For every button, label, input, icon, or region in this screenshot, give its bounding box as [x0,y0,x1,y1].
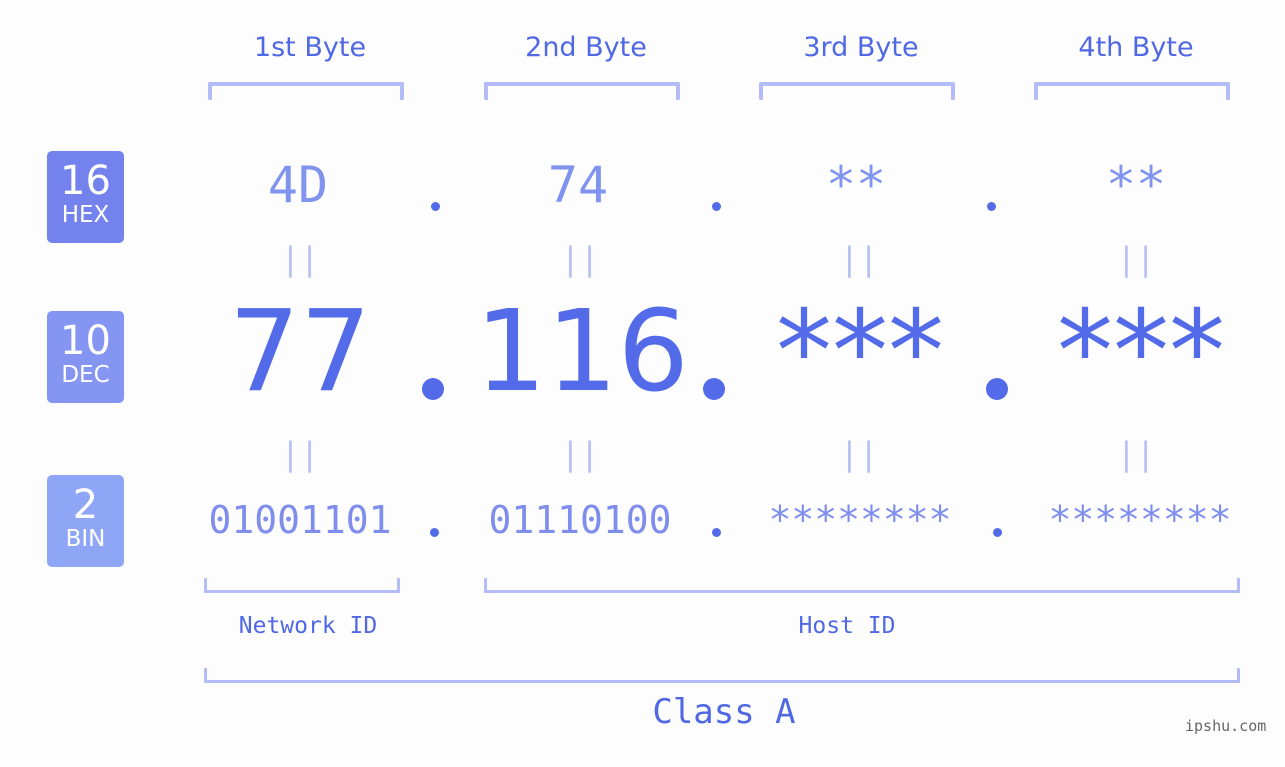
dec-badge: 10 DEC [47,311,124,403]
hex-badge-number: 16 [60,158,111,204]
dec-badge-number: 10 [60,318,111,364]
byte-bracket-1 [208,82,404,100]
byte-bracket-2 [484,82,680,100]
byte-header-1: 1st Byte [253,32,367,63]
network-id-label: Network ID [238,613,378,639]
equals-sign: || [280,435,320,473]
dec-byte-2: 116 [475,287,689,417]
bin-byte-1: 01001101 [208,498,392,542]
equals-sign: || [560,435,600,473]
hex-badge-label: HEX [61,202,110,228]
hex-byte-3: ** [825,156,887,214]
bin-byte-2: 01110100 [488,498,672,542]
bin-byte-4: ******** [1048,498,1232,542]
dec-separator-dot [422,378,444,400]
bin-separator-dot [993,528,1002,537]
dec-separator-dot [703,378,725,400]
bin-badge-label: BIN [65,526,106,552]
class-bracket [204,668,1240,683]
byte-header-2: 2nd Byte [525,32,647,63]
equals-sign: || [560,240,600,278]
bin-badge: 2 BIN [47,475,124,567]
dec-byte-4: *** [1057,287,1225,417]
bin-separator-dot [712,528,721,537]
byte-bracket-3 [759,82,955,100]
hex-badge: 16 HEX [47,151,124,243]
hex-separator-dot [987,202,996,211]
host-id-label: Host ID [798,613,896,639]
byte-header-4: 4th Byte [1078,32,1194,63]
hex-byte-2: 74 [547,156,609,214]
hex-separator-dot [431,202,440,211]
bin-separator-dot [430,528,439,537]
dec-byte-1: 77 [228,287,372,417]
bin-byte-3: ******** [768,498,952,542]
equals-sign: || [839,435,879,473]
dec-byte-3: *** [776,287,944,417]
bin-badge-number: 2 [72,482,99,528]
hex-byte-4: ** [1105,156,1167,214]
hex-byte-1: 4D [267,156,329,214]
hex-separator-dot [712,202,721,211]
equals-sign: || [839,240,879,278]
watermark: ipshu.com [1185,717,1267,735]
byte-bracket-4 [1034,82,1230,100]
byte-header-3: 3rd Byte [803,32,919,63]
class-label: Class A [652,692,796,732]
host-id-bracket [484,578,1240,593]
dec-separator-dot [986,378,1008,400]
equals-sign: || [280,240,320,278]
equals-sign: || [1116,240,1156,278]
network-id-bracket [204,578,400,593]
dec-badge-label: DEC [61,362,110,388]
equals-sign: || [1116,435,1156,473]
